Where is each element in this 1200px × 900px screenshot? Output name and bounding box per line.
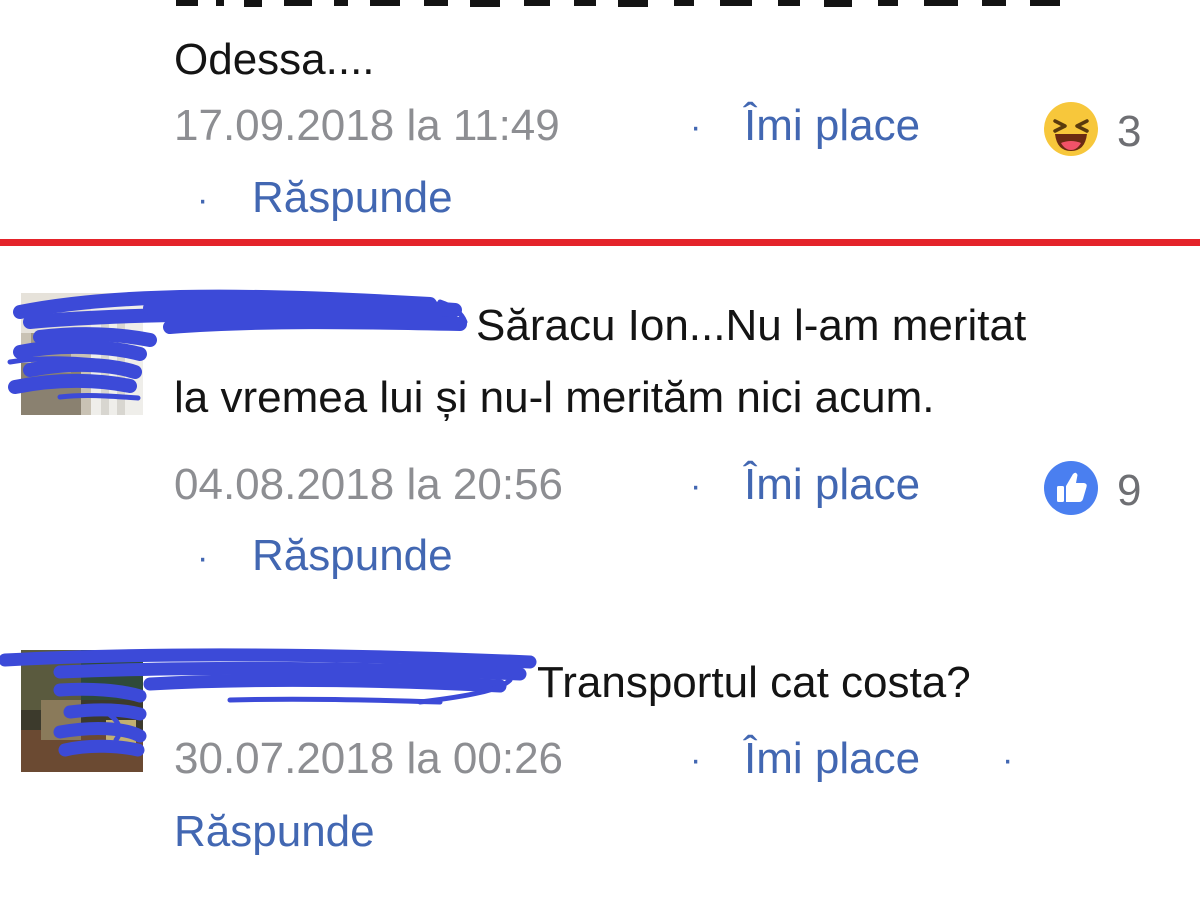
comment-2-reaction-count: 9 [1117, 466, 1142, 515]
comment-1-timestamp: 17.09.2018 la 11:49 [174, 101, 560, 150]
separator-dot: · [690, 467, 702, 505]
comment-2-like-button[interactable]: Îmi place [744, 463, 920, 507]
comments-page: Odessa.... 17.09.2018 la 11:49 · Îmi pla… [0, 0, 1200, 900]
comment-3-reply-button[interactable]: Răspunde [174, 810, 375, 854]
avatar[interactable] [21, 650, 143, 772]
avatar-image [21, 293, 143, 415]
comment-3-like-button[interactable]: Îmi place [744, 737, 920, 781]
comment-2-text-line1: Săracu Ion...Nu l-am meritat [476, 301, 1027, 350]
separator-dot: · [690, 741, 702, 779]
comment-1-like-button[interactable]: Îmi place [744, 104, 920, 148]
comment-2-text-line2: la vremea lui și nu-l merităm nici acum. [174, 373, 935, 422]
avatar-image [21, 650, 143, 772]
red-divider-line [0, 239, 1200, 246]
comment-3-timestamp: 30.07.2018 la 00:26 [174, 734, 564, 783]
comment-1-text-cutoff-strokes [176, 0, 1060, 7]
avatar[interactable] [21, 293, 143, 415]
haha-emoji-icon[interactable] [1043, 101, 1099, 157]
comment-3-text: Transportul cat costa? [537, 658, 971, 707]
comment-1-reaction-count: 3 [1117, 107, 1142, 156]
thumbs-up-icon[interactable] [1043, 460, 1099, 516]
separator-dot: · [1002, 741, 1014, 779]
separator-dot: · [690, 108, 702, 146]
separator-dot: · [197, 539, 209, 577]
comment-1-reply-button[interactable]: Răspunde [252, 176, 453, 220]
comment-2-timestamp: 04.08.2018 la 20:56 [174, 460, 564, 509]
separator-dot: · [197, 181, 209, 219]
comment-2-reply-button[interactable]: Răspunde [252, 534, 453, 578]
comment-1-text: Odessa.... [174, 35, 375, 84]
